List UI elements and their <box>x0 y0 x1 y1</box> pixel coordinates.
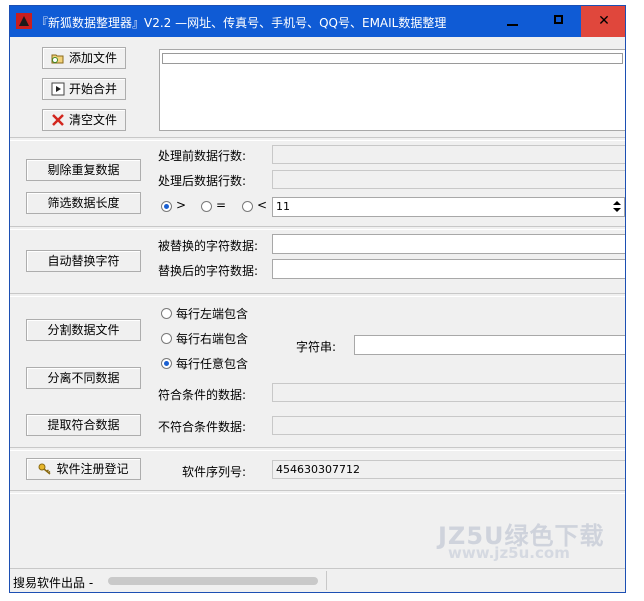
split-file-button[interactable]: 分割数据文件 <box>26 319 141 341</box>
separator <box>10 490 625 494</box>
folder-add-icon <box>51 54 64 63</box>
separate-data-button[interactable]: 分离不同数据 <box>26 367 141 389</box>
length-filter-label: 筛选数据长度 <box>47 196 120 210</box>
radio-greater[interactable] <box>161 201 172 212</box>
after-count-field <box>272 170 625 189</box>
radio-equal-label: = <box>216 198 227 212</box>
after-count-label: 处理后数据行数: <box>158 174 247 188</box>
file-list-row[interactable] <box>162 53 623 64</box>
dedupe-button[interactable]: 剔除重复数据 <box>26 159 141 181</box>
replace-to-label: 替换后的字符数据: <box>158 264 259 278</box>
separator <box>10 137 625 141</box>
minimize-button[interactable] <box>490 6 536 37</box>
radio-any-contains[interactable] <box>161 358 172 369</box>
watermark-url: www.jz5u.com <box>448 544 570 562</box>
spin-arrows-icon[interactable] <box>612 200 622 213</box>
close-icon: ✕ <box>598 13 610 29</box>
replace-from-label: 被替换的字符数据: <box>158 239 259 253</box>
split-file-label: 分割数据文件 <box>47 323 120 337</box>
separator <box>10 293 625 297</box>
radio-less-label: < <box>257 198 268 212</box>
status-divider <box>326 571 327 590</box>
replace-label: 自动替换字符 <box>47 254 120 268</box>
length-value: 11 <box>276 200 290 213</box>
radio-greater-label: > <box>176 198 187 212</box>
separate-data-label: 分离不同数据 <box>47 371 120 385</box>
radio-left-contains[interactable] <box>161 308 172 319</box>
string-label: 字符串: <box>296 340 337 354</box>
replace-to-input[interactable] <box>272 259 625 279</box>
match-label: 符合条件的数据: <box>158 388 247 402</box>
serial-value: 454630307712 <box>276 463 360 476</box>
match-field <box>272 383 625 402</box>
string-input[interactable] <box>354 335 625 355</box>
register-button[interactable]: 软件注册登记 <box>26 458 141 480</box>
extract-data-label: 提取符合数据 <box>47 418 120 432</box>
replace-from-input[interactable] <box>272 234 625 254</box>
app-window: 『新狐数据整理器』V2.2 —网址、传真号、手机号、QQ号、EMAIL数据整理 … <box>9 5 626 593</box>
radio-less[interactable] <box>242 201 253 212</box>
before-count-label: 处理前数据行数: <box>158 149 247 163</box>
file-list[interactable] <box>159 49 625 131</box>
start-merge-button[interactable]: 开始合并 <box>42 78 126 100</box>
extract-data-button[interactable]: 提取符合数据 <box>26 414 141 436</box>
replace-button[interactable]: 自动替换字符 <box>26 250 141 272</box>
clear-x-icon <box>52 113 64 126</box>
add-file-label: 添加文件 <box>68 51 117 65</box>
nomatch-label: 不符合条件数据: <box>158 420 247 434</box>
separator <box>10 226 625 230</box>
play-icon <box>51 82 65 95</box>
radio-right-contains-label: 每行右端包含 <box>176 332 249 346</box>
key-icon <box>38 463 51 475</box>
length-filter-button[interactable]: 筛选数据长度 <box>26 192 141 214</box>
app-icon <box>16 13 32 29</box>
separator <box>10 447 625 451</box>
radio-right-contains[interactable] <box>161 333 172 344</box>
maximize-button[interactable] <box>536 6 582 37</box>
close-button[interactable]: ✕ <box>581 6 625 37</box>
title-bar: 『新狐数据整理器』V2.2 —网址、传真号、手机号、QQ号、EMAIL数据整理 … <box>10 6 625 37</box>
clear-file-label: 清空文件 <box>68 113 117 127</box>
clear-file-button[interactable]: 清空文件 <box>42 109 126 131</box>
status-text: 搜易软件出品 - <box>13 576 94 590</box>
add-file-button[interactable]: 添加文件 <box>42 47 126 69</box>
status-redacted <box>108 577 318 585</box>
dedupe-label: 剔除重复数据 <box>47 163 120 177</box>
radio-left-contains-label: 每行左端包含 <box>176 307 249 321</box>
minimize-icon <box>507 24 518 26</box>
nomatch-field <box>272 416 625 435</box>
length-spinbox[interactable]: 11 <box>272 197 625 217</box>
status-bar: 搜易软件出品 - <box>10 568 625 592</box>
window-title: 『新狐数据整理器』V2.2 —网址、传真号、手机号、QQ号、EMAIL数据整理 <box>36 16 447 30</box>
maximize-icon <box>554 15 563 24</box>
start-merge-label: 开始合并 <box>68 82 117 96</box>
serial-field: 454630307712 <box>272 460 625 479</box>
radio-any-contains-label: 每行任意包含 <box>176 357 249 371</box>
serial-label: 软件序列号: <box>182 465 247 479</box>
before-count-field <box>272 145 625 164</box>
register-label: 软件注册登记 <box>56 462 129 476</box>
radio-equal[interactable] <box>201 201 212 212</box>
